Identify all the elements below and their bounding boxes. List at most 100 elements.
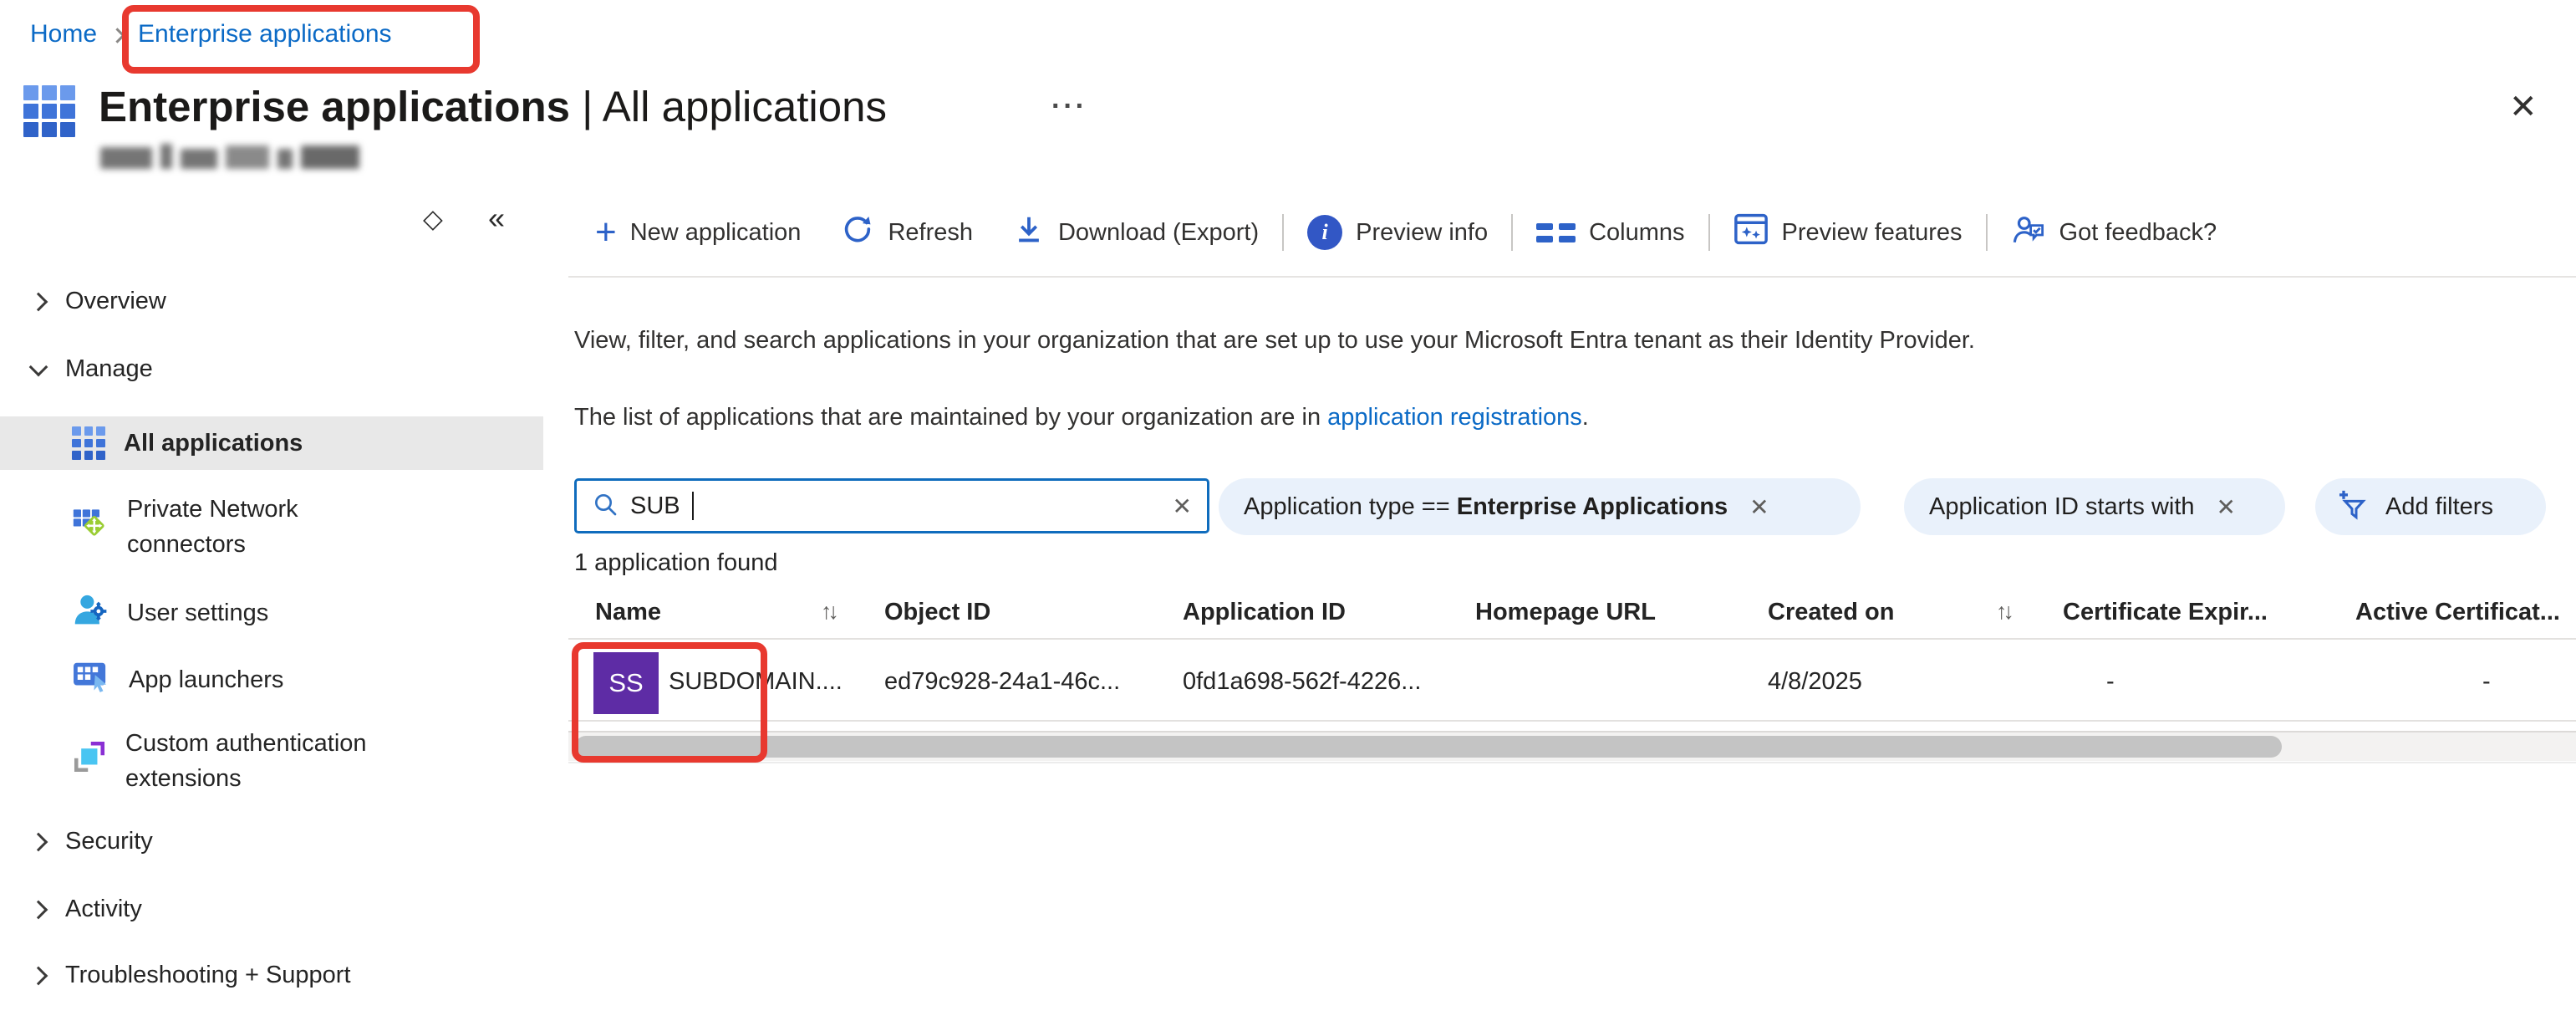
column-header-object-id[interactable]: Object ID	[884, 599, 990, 626]
filter-remove-icon[interactable]: ✕	[1749, 493, 1769, 521]
enterprise-applications-page: Home Enterprise applications Enterprise …	[0, 0, 2576, 1031]
close-panel-icon[interactable]: ✕	[2509, 90, 2538, 124]
refresh-label: Refresh	[888, 219, 973, 247]
sidebar-item-label: User settings	[127, 600, 268, 627]
cell-application-id: 0fd1a698-562f-4226...	[1183, 668, 1421, 696]
breadcrumb-current-link[interactable]: Enterprise applications	[138, 20, 392, 48]
preview-features-icon	[1733, 213, 1769, 252]
toolbar-divider-line	[568, 276, 2576, 278]
sidebar-item-activity[interactable]: Activity	[32, 896, 142, 923]
title-more-menu-icon[interactable]: ···	[1051, 90, 1087, 123]
label-line1: Custom authentication	[125, 730, 367, 757]
feedback-icon	[2011, 212, 2046, 253]
cell-active-certificates: -	[2482, 668, 2491, 696]
grid-bottom-edge	[568, 762, 2576, 763]
column-header-active-certificates[interactable]: Active Certificat...	[2355, 599, 2560, 626]
sidebar-item-app-launchers[interactable]: App launchers	[72, 660, 283, 700]
cell-object-id: ed79c928-24a1-46c...	[884, 668, 1120, 696]
sidebar-item-private-network-connectors[interactable]: Private Network connectors	[72, 492, 298, 562]
search-input[interactable]: SUB ✕	[574, 478, 1209, 533]
page-title-primary: Enterprise applications	[99, 83, 570, 130]
redacted-tenant-name	[100, 144, 359, 169]
horizontal-scrollbar-track[interactable]	[568, 731, 2576, 761]
add-filter-icon	[2335, 490, 2369, 523]
chevron-right-icon	[29, 966, 48, 985]
sort-icon[interactable]: ↑↓	[821, 599, 835, 625]
toolbar-divider	[1282, 214, 1284, 251]
sidebar-item-user-settings[interactable]: User settings	[72, 592, 268, 634]
table-row[interactable]: SS SUBDOMAIN.... ed79c928-24a1-46c... 0f…	[568, 640, 2576, 720]
search-icon	[592, 491, 619, 522]
horizontal-scrollbar-thumb[interactable]	[575, 736, 2282, 758]
sort-icon[interactable]: ↑↓	[1996, 599, 2010, 625]
column-header-name[interactable]: Name	[595, 599, 661, 626]
sidebar-item-label: Manage	[65, 355, 153, 383]
user-settings-icon	[72, 592, 109, 634]
chevron-right-icon	[29, 832, 48, 851]
app-avatar: SS	[593, 652, 659, 714]
download-export-button[interactable]: Download (Export)	[1013, 212, 1259, 253]
table-row-divider	[568, 720, 2576, 722]
got-feedback-label: Got feedback?	[2059, 219, 2217, 247]
info-icon: i	[1307, 215, 1342, 250]
label-line1: Private Network	[127, 496, 298, 523]
columns-icon	[1536, 223, 1576, 242]
download-icon	[1013, 212, 1045, 253]
sidebar-item-label: All applications	[124, 430, 303, 457]
cell-created-on: 4/8/2025	[1768, 668, 1862, 696]
chevron-right-icon	[29, 292, 48, 311]
sidebar-item-label: Custom authentication extensions	[125, 726, 367, 796]
new-application-button[interactable]: + New application	[595, 217, 801, 247]
sidebar-item-label: App launchers	[129, 666, 283, 694]
preview-features-button[interactable]: Preview features	[1733, 213, 1963, 252]
toolbar-divider	[1511, 214, 1513, 251]
sidebar-item-manage[interactable]: Manage	[32, 355, 153, 383]
filter-pill-application-id[interactable]: Application ID starts with ✕	[1904, 478, 2285, 535]
sidebar-item-label: Troubleshooting + Support	[65, 962, 351, 989]
sidebar-item-troubleshooting-support[interactable]: Troubleshooting + Support	[32, 962, 351, 989]
preview-info-button[interactable]: i Preview info	[1307, 215, 1488, 250]
description-line-2: The list of applications that are mainta…	[574, 404, 1589, 431]
sidebar-item-custom-authentication-extensions[interactable]: Custom authentication extensions	[72, 726, 367, 796]
app-name-link[interactable]: SUBDOMAIN....	[669, 668, 843, 696]
breadcrumb: Home Enterprise applications	[30, 20, 392, 48]
description-line-1: View, filter, and search applications in…	[574, 327, 1975, 355]
description-line-2-text: The list of applications that are mainta…	[574, 404, 1327, 431]
breadcrumb-home-link[interactable]: Home	[30, 20, 97, 48]
sidebar-item-label: Overview	[65, 288, 166, 315]
filter-text-value: Enterprise Applications	[1457, 493, 1728, 520]
sidebar-item-label: Activity	[65, 896, 142, 923]
columns-label: Columns	[1589, 219, 1684, 247]
sidebar-item-all-applications[interactable]: All applications	[0, 416, 543, 470]
sidebar-item-label: Security	[65, 828, 153, 855]
download-export-label: Download (Export)	[1058, 219, 1259, 247]
chevron-right-icon	[29, 900, 48, 919]
column-header-homepage-url[interactable]: Homepage URL	[1475, 599, 1656, 626]
sidebar-item-overview[interactable]: Overview	[32, 288, 166, 315]
panel-resize-icon[interactable]: ◇	[423, 204, 443, 234]
label-line2: connectors	[127, 531, 246, 558]
filter-pill-application-type[interactable]: Application type == Enterprise Applicati…	[1219, 478, 1861, 535]
app-avatar-initials: SS	[608, 668, 643, 698]
filter-pill-text: Application ID starts with	[1929, 493, 2195, 521]
command-bar: + New application Refresh Download (Expo…	[595, 211, 2217, 254]
got-feedback-button[interactable]: Got feedback?	[2011, 212, 2217, 253]
application-registrations-link[interactable]: application registrations	[1327, 404, 1582, 431]
column-header-certificate-expiration[interactable]: Certificate Expir...	[2063, 599, 2268, 626]
filter-text-prefix: Application type ==	[1244, 493, 1457, 520]
refresh-button[interactable]: Refresh	[841, 212, 973, 253]
preview-features-label: Preview features	[1782, 219, 1963, 247]
sidebar-collapse-icon[interactable]: «	[488, 201, 505, 236]
column-header-created-on[interactable]: Created on	[1768, 599, 1894, 626]
plus-icon: +	[595, 217, 617, 247]
column-header-application-id[interactable]: Application ID	[1183, 599, 1346, 626]
search-clear-icon[interactable]: ✕	[1173, 493, 1192, 520]
refresh-icon	[841, 212, 874, 253]
sidebar-item-security[interactable]: Security	[32, 828, 153, 855]
filter-remove-icon[interactable]: ✕	[2217, 493, 2236, 521]
columns-button[interactable]: Columns	[1536, 219, 1684, 247]
custom-authentication-extensions-icon	[72, 739, 107, 781]
search-value: SUB	[630, 493, 680, 520]
chevron-down-icon	[29, 357, 48, 376]
add-filters-button[interactable]: Add filters	[2315, 478, 2546, 535]
